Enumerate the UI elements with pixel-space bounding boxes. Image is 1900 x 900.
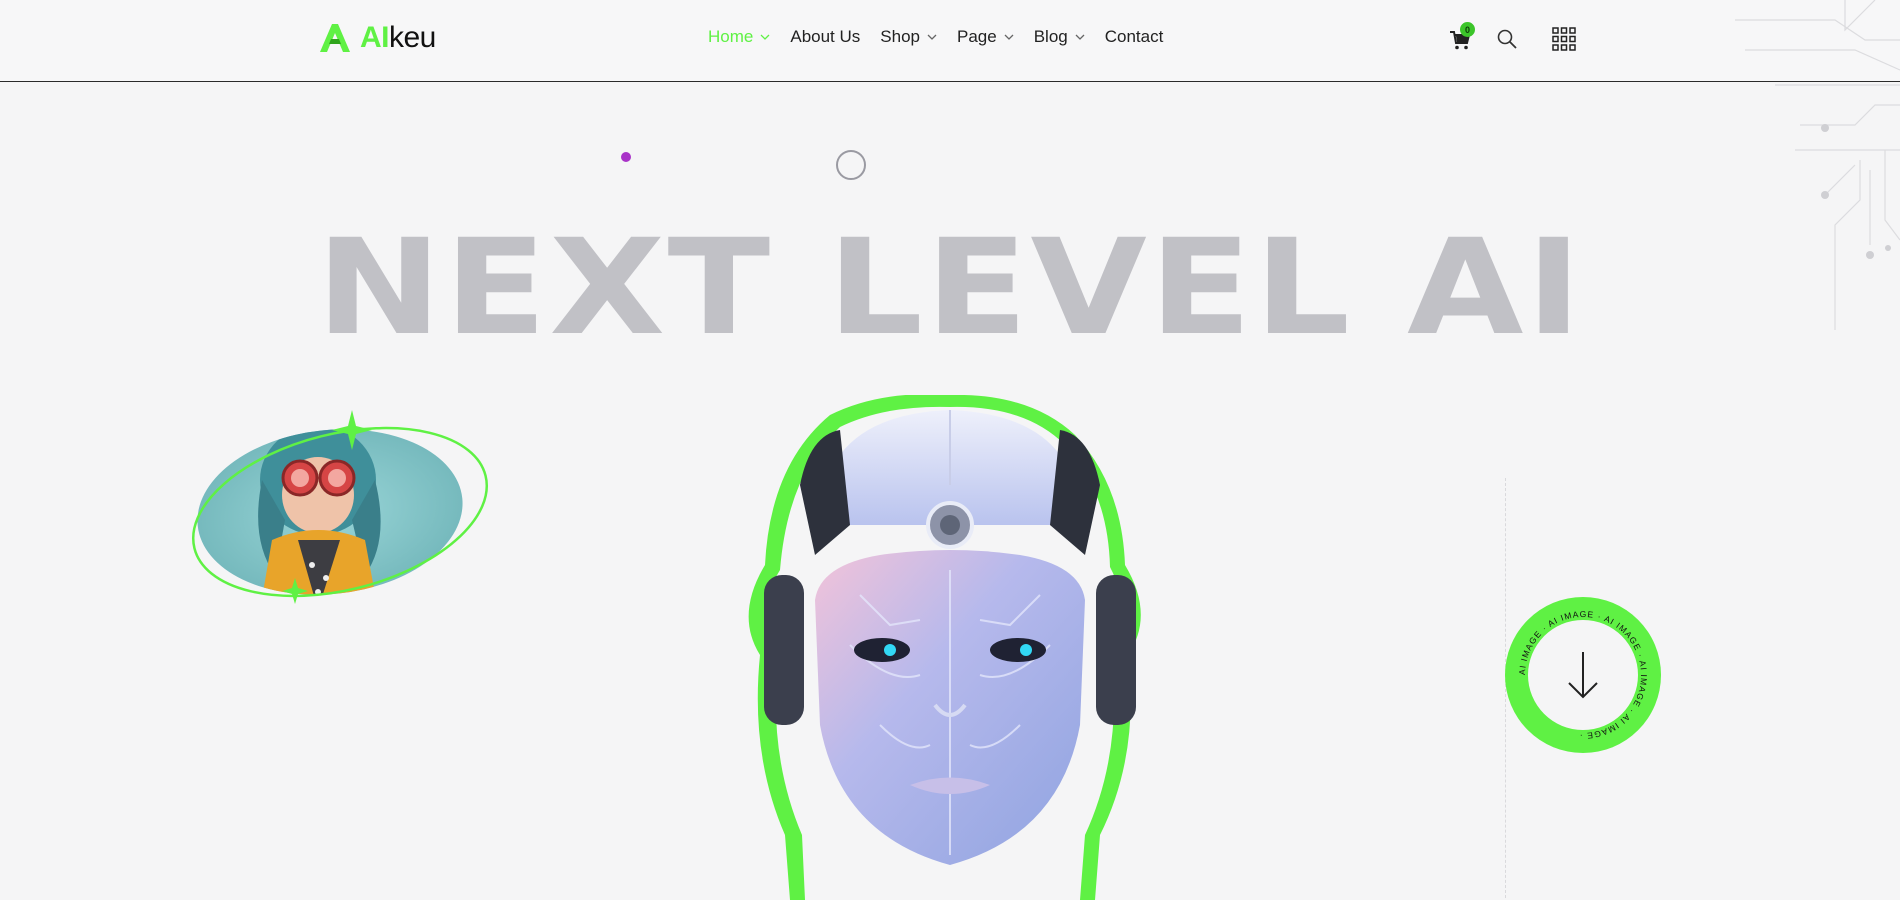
nav-item-label: Home [708, 27, 754, 46]
nav-item-label: Blog [1033, 27, 1068, 46]
hero-title: NEXT LEVEL AI [315, 211, 1585, 365]
logo-text-rest: keu [389, 21, 436, 54]
logo-icon [320, 24, 350, 52]
nav-item-home[interactable]: Home [708, 25, 770, 49]
ring-decoration [836, 150, 866, 180]
search-button[interactable] [1496, 28, 1518, 50]
logo-text-ai: AI [360, 21, 390, 54]
nav-item-about-us[interactable]: About Us [790, 25, 860, 49]
search-icon [1497, 29, 1517, 49]
site-logo[interactable]: AIkeu [318, 20, 436, 56]
nav-item-label: Contact [1104, 27, 1164, 46]
cart-button[interactable]: 0 [1448, 22, 1475, 52]
main-nav: Home About Us Shop Page Blog Contact [708, 25, 1183, 49]
header-actions: 0 [1448, 22, 1578, 54]
nav-item-contact[interactable]: Contact [1105, 25, 1164, 49]
grid-menu-icon [1552, 27, 1576, 51]
cart-count-badge: 0 [1460, 22, 1475, 37]
site-header: AIkeu Home About Us Shop Page Blog Conta… [0, 0, 1900, 82]
nav-item-blog[interactable]: Blog [1034, 25, 1085, 49]
chevron-down-icon [760, 34, 770, 40]
nav-item-label: About Us [790, 27, 861, 46]
nav-item-shop[interactable]: Shop [880, 25, 937, 49]
robot-head-image [748, 395, 1141, 900]
nav-item-label: Shop [880, 27, 920, 46]
chevron-down-icon [927, 34, 937, 40]
doll-character-image [191, 410, 489, 608]
purple-dot-decoration [621, 152, 631, 162]
badge-ring: AI IMAGE · AI IMAGE · AI IMAGE · AI IMAG… [1505, 597, 1661, 753]
nav-item-label: Page [957, 27, 997, 46]
scroll-down-badge[interactable]: AI IMAGE · AI IMAGE · AI IMAGE · AI IMAG… [1503, 595, 1663, 755]
chevron-down-icon [1075, 34, 1085, 40]
grid-menu-button[interactable] [1552, 27, 1576, 51]
chevron-down-icon [1004, 34, 1014, 40]
nav-item-page[interactable]: Page [957, 25, 1014, 49]
